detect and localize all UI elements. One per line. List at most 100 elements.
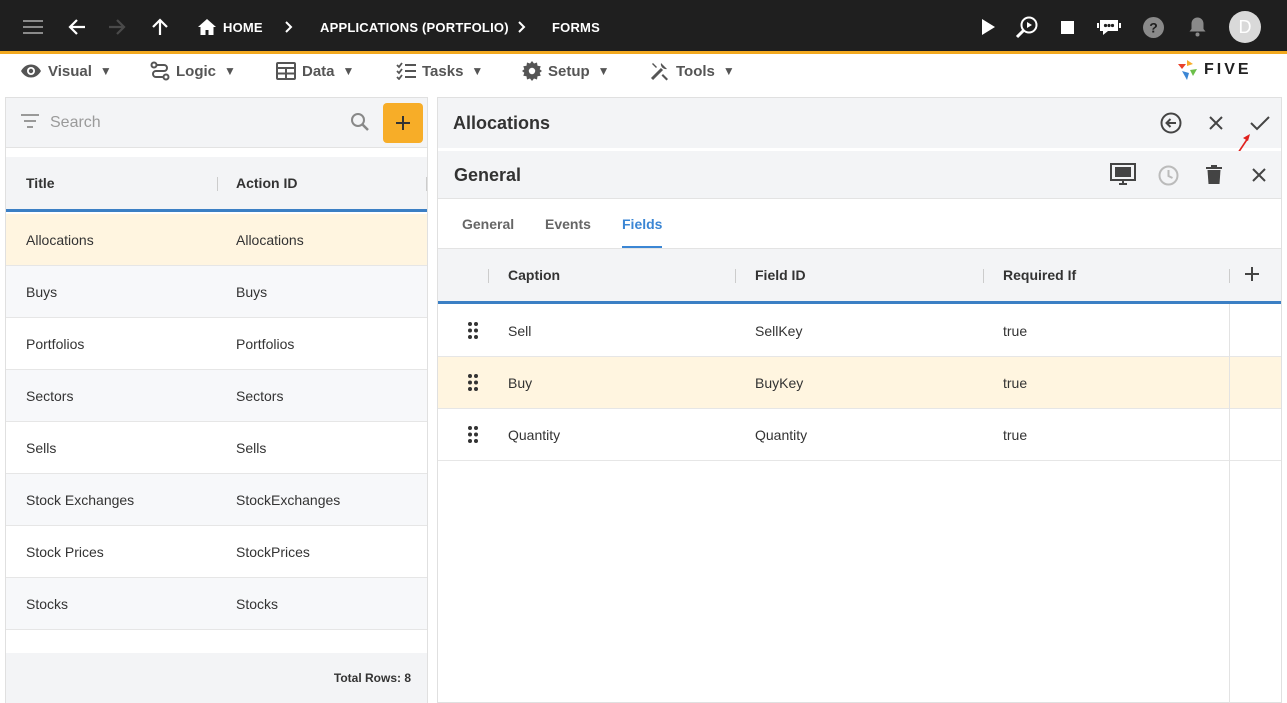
list-item-action-id: Allocations <box>236 231 304 248</box>
search-icon[interactable] <box>350 112 370 137</box>
menu-logic-label: Logic <box>176 62 216 80</box>
breadcrumb-forms[interactable]: FORMS <box>552 0 600 54</box>
logo-text: FIVE <box>1204 61 1252 78</box>
filter-icon[interactable] <box>20 113 40 134</box>
gear-icon <box>522 61 542 81</box>
list-item[interactable]: Sectors Sectors <box>6 370 427 422</box>
add-field-button[interactable] <box>1244 266 1260 287</box>
up-arrow-icon[interactable] <box>150 0 170 54</box>
form-header: Allocations <box>438 98 1281 157</box>
column-divider[interactable] <box>983 269 984 283</box>
home-icon[interactable] <box>197 0 217 54</box>
caption-cell: Sell <box>508 322 532 339</box>
menu-logic[interactable]: Logic ▼ <box>150 57 236 85</box>
back-circle-icon[interactable] <box>1159 111 1183 135</box>
column-header-caption[interactable]: Caption <box>508 249 560 301</box>
menu-tools-label: Tools <box>676 62 715 80</box>
menu-tasks[interactable]: Tasks ▼ <box>396 57 483 85</box>
svg-text:?: ? <box>1149 19 1158 35</box>
page-title: Allocations <box>453 112 551 133</box>
menu-tasks-label: Tasks <box>422 62 464 80</box>
plus-icon <box>1245 267 1259 281</box>
section-title: General <box>454 164 522 185</box>
caret-down-icon: ▼ <box>722 64 735 78</box>
caret-down-icon: ▼ <box>99 64 112 78</box>
column-divider[interactable] <box>735 269 736 283</box>
list-item-title: Allocations <box>26 231 94 248</box>
column-divider[interactable] <box>488 269 489 283</box>
menu-setup[interactable]: Setup ▼ <box>522 57 610 85</box>
list-item-action-id: Buys <box>236 283 268 300</box>
drag-handle-icon[interactable] <box>468 322 478 342</box>
monitor-preview-icon[interactable] <box>1109 162 1137 188</box>
list-footer: Total Rows: 8 <box>6 653 427 703</box>
list-item[interactable]: Allocations Allocations <box>6 214 427 266</box>
drag-handle-icon[interactable] <box>468 374 478 394</box>
active-tab-underline <box>622 246 662 248</box>
list-item-action-id: Sectors <box>236 387 284 404</box>
tab-general[interactable]: General <box>462 199 514 249</box>
menu-data[interactable]: Data ▼ <box>276 57 354 85</box>
table-row[interactable]: Quantity Quantity true <box>438 409 1281 461</box>
list-item-title: Stock Exchanges <box>26 491 135 508</box>
tab-events[interactable]: Events <box>545 199 591 249</box>
list-item[interactable]: Sells Sells <box>6 422 427 474</box>
column-header-required-if[interactable]: Required If <box>1003 249 1076 301</box>
debug-search-icon[interactable] <box>1014 0 1040 54</box>
close-icon[interactable] <box>1206 113 1226 133</box>
column-header-title[interactable]: Title <box>26 157 55 209</box>
table-icon <box>276 62 296 80</box>
menu-tools[interactable]: Tools ▼ <box>650 57 735 85</box>
menu-bar: Visual ▼ Logic ▼ Data ▼ Tasks ▼ Setup ▼ … <box>0 57 1287 87</box>
column-divider[interactable] <box>426 177 427 191</box>
menu-visual[interactable]: Visual ▼ <box>20 57 112 85</box>
tab-fields[interactable]: Fields <box>622 199 662 249</box>
breadcrumb-applications[interactable]: APPLICATIONS (PORTFOLIO) <box>320 0 509 54</box>
close-icon[interactable] <box>1249 165 1269 185</box>
five-logo-mark-icon <box>1178 60 1197 80</box>
notification-bell-icon[interactable] <box>1186 0 1208 54</box>
help-icon[interactable]: ? <box>1142 0 1164 54</box>
list-item[interactable]: Stock Prices StockPrices <box>6 526 427 578</box>
list-item-action-id: StockExchanges <box>236 491 341 508</box>
avatar[interactable]: D <box>1229 11 1261 43</box>
column-divider[interactable] <box>1229 269 1230 283</box>
list-item[interactable]: Portfolios Portfolios <box>6 318 427 370</box>
field-id-cell: Quantity <box>755 426 808 443</box>
add-button[interactable] <box>383 103 423 143</box>
forward-arrow-icon[interactable] <box>106 0 128 54</box>
form-tabs: General Events Fields <box>438 199 1281 249</box>
column-header-action-id[interactable]: Action ID <box>236 157 297 209</box>
checklist-icon <box>396 62 416 80</box>
list-item[interactable]: Stock Exchanges StockExchanges <box>6 474 427 526</box>
breadcrumb-home[interactable]: HOME <box>223 0 263 54</box>
section-header: General <box>438 151 1281 199</box>
search-bar <box>6 98 427 148</box>
list-item-title: Portfolios <box>26 335 85 352</box>
table-row[interactable]: Buy BuyKey true <box>438 357 1281 409</box>
table-row[interactable]: Sell SellKey true <box>438 305 1281 357</box>
chevron-right-icon <box>285 0 293 54</box>
tools-icon <box>650 63 668 81</box>
search-input[interactable] <box>50 108 340 138</box>
form-panel: Allocations General General Events Field… <box>437 97 1282 703</box>
column-divider[interactable] <box>217 177 218 191</box>
hamburger-menu-icon[interactable] <box>20 0 46 54</box>
actions-list-panel: Title Action ID Allocations Allocations … <box>5 97 428 703</box>
column-header-field-id[interactable]: Field ID <box>755 249 806 301</box>
play-icon[interactable] <box>978 0 998 54</box>
caret-down-icon: ▼ <box>342 64 355 78</box>
chat-bot-icon[interactable] <box>1096 0 1122 54</box>
list-item-title: Stock Prices <box>26 543 104 560</box>
menu-visual-label: Visual <box>48 62 92 80</box>
drag-handle-icon[interactable] <box>468 426 478 446</box>
caption-cell: Buy <box>508 374 533 391</box>
back-arrow-icon[interactable] <box>66 0 88 54</box>
history-clock-icon[interactable] <box>1157 164 1179 186</box>
list-item[interactable]: Stocks Stocks <box>6 578 427 630</box>
caret-down-icon: ▼ <box>597 64 610 78</box>
stop-icon[interactable] <box>1059 0 1075 54</box>
list-item-action-id: StockPrices <box>236 543 310 560</box>
delete-trash-icon[interactable] <box>1204 163 1224 185</box>
list-item[interactable]: Buys Buys <box>6 266 427 318</box>
